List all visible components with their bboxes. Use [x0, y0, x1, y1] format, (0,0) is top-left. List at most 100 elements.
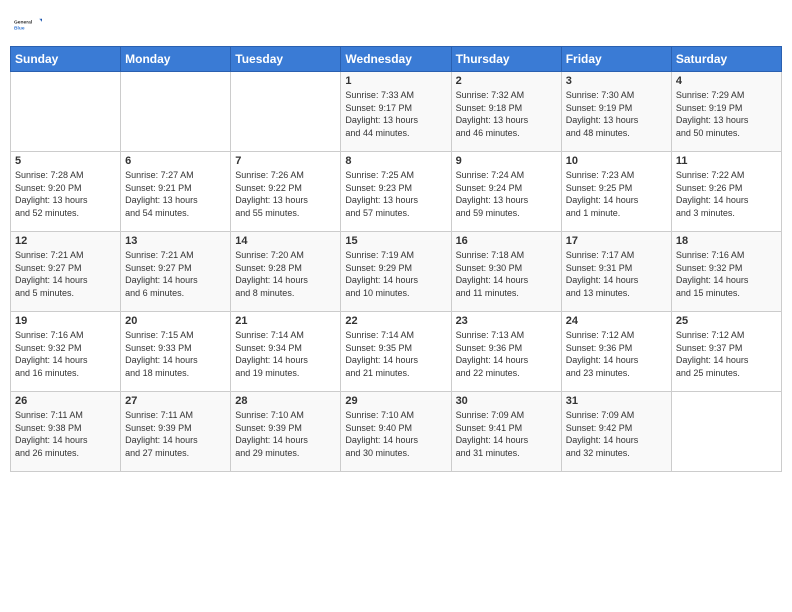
empty-cell [121, 72, 231, 152]
day-number: 4 [676, 75, 777, 87]
col-header-tuesday: Tuesday [231, 47, 341, 72]
calendar-cell-2: 2 Sunrise: 7:32 AM Sunset: 9:18 PM Daylig… [451, 72, 561, 152]
cell-info: Sunrise: 7:29 AM Sunset: 9:19 PM Dayligh… [676, 89, 777, 139]
calendar-cell-16: 16 Sunrise: 7:18 AM Sunset: 9:30 PM Dayli… [451, 232, 561, 312]
col-header-monday: Monday [121, 47, 231, 72]
day-number: 19 [15, 315, 116, 327]
calendar-cell-31: 31 Sunrise: 7:09 AM Sunset: 9:42 PM Dayli… [561, 392, 671, 472]
calendar-cell-29: 29 Sunrise: 7:10 AM Sunset: 9:40 PM Dayli… [341, 392, 451, 472]
calendar-cell-3: 3Sunrise: 7:30 AM Sunset: 9:19 PM Daylig… [561, 72, 671, 152]
calendar-cell-7: 7 Sunrise: 7:26 AM Sunset: 9:22 PM Daylig… [231, 152, 341, 232]
day-number: 20 [125, 315, 226, 327]
cell-info: Sunrise: 7:14 AM Sunset: 9:35 PM Dayligh… [345, 329, 446, 379]
calendar-cell-26: 26 Sunrise: 7:11 AM Sunset: 9:38 PM Dayli… [11, 392, 121, 472]
cell-info: Sunrise: 7:13 AM Sunset: 9:36 PM Dayligh… [456, 329, 557, 379]
day-number: 5 [15, 155, 116, 167]
cell-info: Sunrise: 7:32 AM Sunset: 9:18 PM Dayligh… [456, 89, 557, 139]
day-number: 7 [235, 155, 336, 167]
cell-info: Sunrise: 7:25 AM Sunset: 9:23 PM Dayligh… [345, 169, 446, 219]
cell-info: Sunrise: 7:12 AM Sunset: 9:37 PM Dayligh… [676, 329, 777, 379]
logo-icon: General Blue [14, 10, 42, 38]
cell-info: Sunrise: 7:17 AM Sunset: 9:31 PM Dayligh… [566, 249, 667, 299]
cell-info: Sunrise: 7:22 AM Sunset: 9:26 PM Dayligh… [676, 169, 777, 219]
calendar-cell-4: 4 Sunrise: 7:29 AM Sunset: 9:19 PM Daylig… [671, 72, 781, 152]
calendar-cell-18: 18 Sunrise: 7:16 AM Sunset: 9:32 PM Dayli… [671, 232, 781, 312]
cell-info: Sunrise: 7:12 AM Sunset: 9:36 PM Dayligh… [566, 329, 667, 379]
day-number: 25 [676, 315, 777, 327]
col-header-wednesday: Wednesday [341, 47, 451, 72]
cell-info: Sunrise: 7:26 AM Sunset: 9:22 PM Dayligh… [235, 169, 336, 219]
calendar-table: SundayMondayTuesdayWednesdayThursdayFrid… [10, 46, 782, 472]
col-header-saturday: Saturday [671, 47, 781, 72]
cell-info: Sunrise: 7:33 AM Sunset: 9:17 PM Dayligh… [345, 89, 446, 139]
cell-info: Sunrise: 7:24 AM Sunset: 9:24 PM Dayligh… [456, 169, 557, 219]
calendar-cell-11: 11Sunrise: 7:22 AM Sunset: 9:26 PM Dayli… [671, 152, 781, 232]
cell-info: Sunrise: 7:10 AM Sunset: 9:40 PM Dayligh… [345, 409, 446, 459]
day-number: 26 [15, 395, 116, 407]
calendar-cell-15: 15Sunrise: 7:19 AM Sunset: 9:29 PM Dayli… [341, 232, 451, 312]
day-number: 18 [676, 235, 777, 247]
empty-cell [231, 72, 341, 152]
calendar-cell-10: 10 Sunrise: 7:23 AM Sunset: 9:25 PM Dayli… [561, 152, 671, 232]
day-number: 24 [566, 315, 667, 327]
calendar-cell-30: 30Sunrise: 7:09 AM Sunset: 9:41 PM Dayli… [451, 392, 561, 472]
cell-info: Sunrise: 7:21 AM Sunset: 9:27 PM Dayligh… [15, 249, 116, 299]
day-number: 10 [566, 155, 667, 167]
empty-cell [11, 72, 121, 152]
day-number: 14 [235, 235, 336, 247]
calendar-cell-6: 6 Sunrise: 7:27 AM Sunset: 9:21 PM Daylig… [121, 152, 231, 232]
cell-info: Sunrise: 7:16 AM Sunset: 9:32 PM Dayligh… [15, 329, 116, 379]
cell-info: Sunrise: 7:16 AM Sunset: 9:32 PM Dayligh… [676, 249, 777, 299]
col-header-sunday: Sunday [11, 47, 121, 72]
cell-info: Sunrise: 7:10 AM Sunset: 9:39 PM Dayligh… [235, 409, 336, 459]
svg-text:General: General [14, 19, 33, 25]
col-header-friday: Friday [561, 47, 671, 72]
calendar-cell-28: 28 Sunrise: 7:10 AM Sunset: 9:39 PM Dayli… [231, 392, 341, 472]
calendar-cell-1: 1 Sunrise: 7:33 AM Sunset: 9:17 PM Daylig… [341, 72, 451, 152]
day-number: 12 [15, 235, 116, 247]
day-number: 9 [456, 155, 557, 167]
cell-info: Sunrise: 7:27 AM Sunset: 9:21 PM Dayligh… [125, 169, 226, 219]
day-number: 2 [456, 75, 557, 87]
calendar-cell-5: 5 Sunrise: 7:28 AM Sunset: 9:20 PM Daylig… [11, 152, 121, 232]
day-number: 8 [345, 155, 446, 167]
day-number: 30 [456, 395, 557, 407]
cell-info: Sunrise: 7:11 AM Sunset: 9:38 PM Dayligh… [15, 409, 116, 459]
calendar-cell-19: 19 Sunrise: 7:16 AM Sunset: 9:32 PM Dayli… [11, 312, 121, 392]
day-number: 28 [235, 395, 336, 407]
logo: General Blue [14, 10, 42, 38]
cell-info: Sunrise: 7:28 AM Sunset: 9:20 PM Dayligh… [15, 169, 116, 219]
empty-cell [671, 392, 781, 472]
day-number: 6 [125, 155, 226, 167]
calendar-cell-21: 21Sunrise: 7:14 AM Sunset: 9:34 PM Dayli… [231, 312, 341, 392]
calendar-cell-13: 13Sunrise: 7:21 AM Sunset: 9:27 PM Dayli… [121, 232, 231, 312]
cell-info: Sunrise: 7:09 AM Sunset: 9:42 PM Dayligh… [566, 409, 667, 459]
day-number: 17 [566, 235, 667, 247]
day-number: 21 [235, 315, 336, 327]
col-header-thursday: Thursday [451, 47, 561, 72]
day-number: 16 [456, 235, 557, 247]
svg-text:Blue: Blue [14, 25, 25, 31]
calendar-cell-25: 25 Sunrise: 7:12 AM Sunset: 9:37 PM Dayli… [671, 312, 781, 392]
cell-info: Sunrise: 7:11 AM Sunset: 9:39 PM Dayligh… [125, 409, 226, 459]
calendar-cell-27: 27 Sunrise: 7:11 AM Sunset: 9:39 PM Dayli… [121, 392, 231, 472]
calendar-cell-23: 23 Sunrise: 7:13 AM Sunset: 9:36 PM Dayli… [451, 312, 561, 392]
cell-info: Sunrise: 7:19 AM Sunset: 9:29 PM Dayligh… [345, 249, 446, 299]
calendar-cell-24: 24 Sunrise: 7:12 AM Sunset: 9:36 PM Dayli… [561, 312, 671, 392]
cell-info: Sunrise: 7:20 AM Sunset: 9:28 PM Dayligh… [235, 249, 336, 299]
calendar-cell-20: 20Sunrise: 7:15 AM Sunset: 9:33 PM Dayli… [121, 312, 231, 392]
calendar-cell-8: 8 Sunrise: 7:25 AM Sunset: 9:23 PM Daylig… [341, 152, 451, 232]
calendar-cell-12: 12 Sunrise: 7:21 AM Sunset: 9:27 PM Dayli… [11, 232, 121, 312]
calendar-cell-14: 14 Sunrise: 7:20 AM Sunset: 9:28 PM Dayli… [231, 232, 341, 312]
calendar-cell-22: 22Sunrise: 7:14 AM Sunset: 9:35 PM Dayli… [341, 312, 451, 392]
day-number: 27 [125, 395, 226, 407]
page-header: General Blue [10, 10, 782, 38]
cell-info: Sunrise: 7:23 AM Sunset: 9:25 PM Dayligh… [566, 169, 667, 219]
day-number: 1 [345, 75, 446, 87]
day-number: 31 [566, 395, 667, 407]
day-number: 29 [345, 395, 446, 407]
cell-info: Sunrise: 7:21 AM Sunset: 9:27 PM Dayligh… [125, 249, 226, 299]
cell-info: Sunrise: 7:18 AM Sunset: 9:30 PM Dayligh… [456, 249, 557, 299]
calendar-cell-9: 9 Sunrise: 7:24 AM Sunset: 9:24 PM Daylig… [451, 152, 561, 232]
day-number: 23 [456, 315, 557, 327]
